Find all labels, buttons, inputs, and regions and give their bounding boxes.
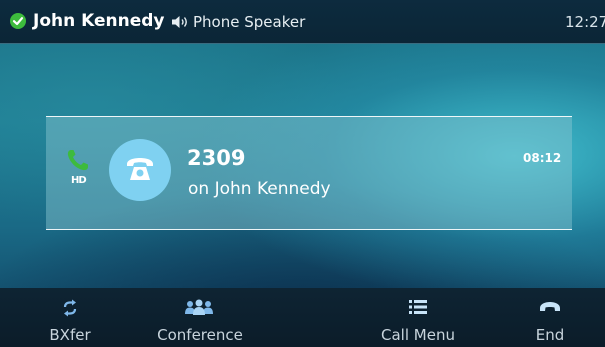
hd-audio-badge: HD <box>71 175 87 186</box>
call-duration: 08:12 <box>523 151 562 165</box>
call-number: 2309 <box>187 146 246 170</box>
end-call-softkey[interactable]: End <box>530 288 570 347</box>
conference-label: Conference <box>157 326 243 344</box>
clock-time: 12:27 <box>565 13 605 31</box>
end-label: End <box>535 326 565 344</box>
menu-list-icon <box>409 299 427 319</box>
status-user-name: John Kennedy <box>33 11 165 31</box>
conference-people-icon <box>184 299 214 321</box>
speaker-icon <box>170 14 190 34</box>
status-check-icon <box>10 13 26 29</box>
bxfer-softkey[interactable]: BXfer <box>40 288 100 347</box>
contact-phone-icon <box>109 139 171 201</box>
softkey-bar: BXfer Conference Call Menu End <box>0 288 605 347</box>
status-divider <box>0 43 605 44</box>
transfer-arrows-icon <box>61 299 79 321</box>
active-call-card[interactable]: HD 2309 on John Kennedy 08:12 <box>46 116 572 230</box>
call-line-label: on John Kennedy <box>188 179 331 199</box>
conference-softkey[interactable]: Conference <box>150 288 250 347</box>
status-bar: John Kennedy Phone Speaker 12:27 <box>0 0 605 44</box>
end-call-icon <box>539 299 561 318</box>
phone-screen: John Kennedy Phone Speaker 12:27 HD 2309… <box>0 0 605 347</box>
call-menu-softkey[interactable]: Call Menu <box>372 288 464 347</box>
active-call-handset-icon <box>65 147 91 177</box>
bxfer-label: BXfer <box>49 326 91 344</box>
call-menu-label: Call Menu <box>381 326 455 344</box>
audio-mode-label: Phone Speaker <box>193 13 306 31</box>
